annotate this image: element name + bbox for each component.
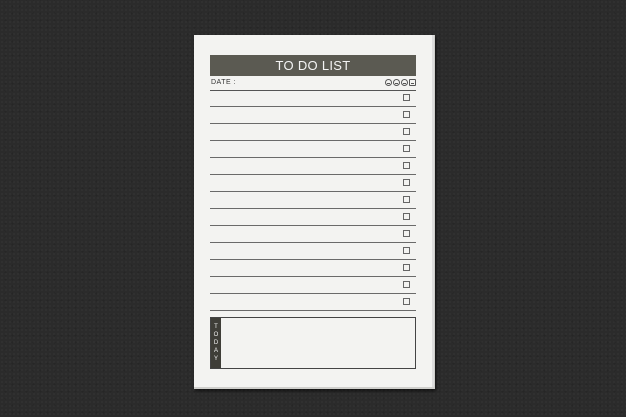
today-letter: Y [213,356,218,362]
checkbox-icon [403,298,410,305]
checkbox-icon [403,247,410,254]
checkbox-icon [403,213,410,220]
neutral-face-icon [393,79,400,86]
smiley-face-icon [385,79,392,86]
task-line [210,141,416,158]
checkbox-icon [403,264,410,271]
checkbox-icon [403,94,410,101]
task-line [210,260,416,277]
task-line [210,209,416,226]
checkbox-icon [403,111,410,118]
task-line [210,192,416,209]
sad-face-icon [401,79,408,86]
task-line [210,277,416,294]
today-box: T O D A Y [210,317,416,369]
todo-title: TO DO LIST [275,58,351,73]
todo-notepad: TO DO LIST DATE : T O D A Y [194,35,435,389]
task-lines [210,90,416,311]
task-line [210,107,416,124]
todo-title-bar: TO DO LIST [210,55,416,76]
task-line [210,158,416,175]
checkbox-icon [403,281,410,288]
date-label: DATE : [211,79,237,86]
checkbox-icon [403,179,410,186]
checkbox-icon [403,128,410,135]
today-letter: D [213,340,219,346]
checkbox-icon [403,162,410,169]
checkbox-icon [403,230,410,237]
task-line [210,226,416,243]
task-line [210,90,416,107]
task-line [210,294,416,311]
checkbox-icon [403,145,410,152]
today-tab: T O D A Y [211,318,221,368]
mood-icons [385,79,416,86]
checkbox-icon [403,196,410,203]
today-letter: O [213,332,219,338]
task-line [210,175,416,192]
task-line [210,243,416,260]
task-line [210,124,416,141]
today-letter: A [213,348,218,354]
today-letter: T [214,324,218,330]
tv-face-icon [409,79,416,86]
